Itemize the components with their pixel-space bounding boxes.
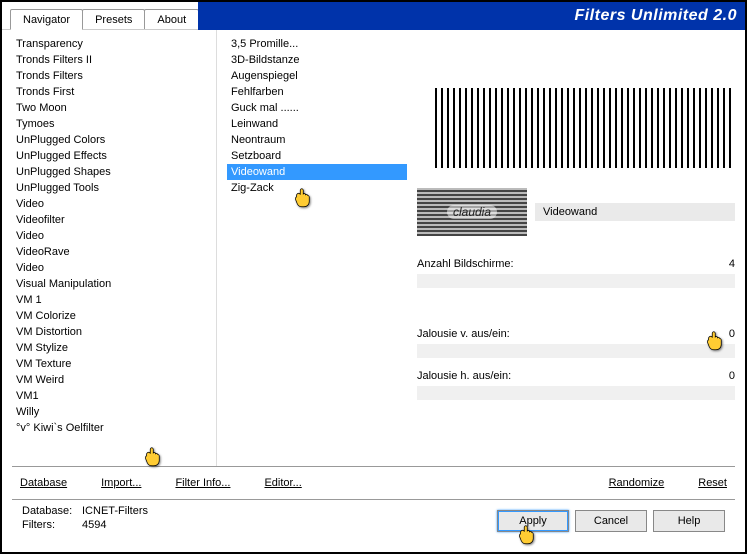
category-item[interactable]: Tronds First — [12, 84, 216, 100]
editor-button[interactable]: Editor... — [256, 475, 309, 491]
database-button[interactable]: Database — [12, 475, 75, 491]
filter-info-button[interactable]: Filter Info... — [167, 475, 238, 491]
category-item[interactable]: VM Colorize — [12, 308, 216, 324]
category-item[interactable]: UnPlugged Shapes — [12, 164, 216, 180]
help-button[interactable]: Help — [653, 510, 725, 532]
category-item[interactable]: Willy — [12, 404, 216, 420]
title-bar: Filters Unlimited 2.0 — [198, 2, 745, 30]
import-button[interactable]: Import... — [93, 475, 149, 491]
category-item[interactable]: VM1 — [12, 388, 216, 404]
category-item[interactable]: Two Moon — [12, 100, 216, 116]
filter-item[interactable]: 3,5 Promille... — [227, 36, 407, 52]
param-value: 0 — [715, 370, 735, 382]
status-info: Database:ICNET-Filters Filters:4594 — [22, 504, 148, 532]
category-item[interactable]: Video — [12, 228, 216, 244]
category-item[interactable]: Video — [12, 196, 216, 212]
category-item[interactable]: Video — [12, 260, 216, 276]
category-item[interactable]: Visual Manipulation — [12, 276, 216, 292]
param-row: Jalousie h. aus/ein:0 — [417, 368, 735, 384]
param-row: Anzahl Bildschirme:4 — [417, 256, 735, 272]
cancel-button[interactable]: Cancel — [575, 510, 647, 532]
app-title: Filters Unlimited 2.0 — [574, 7, 737, 25]
filter-item[interactable]: Guck mal ...... — [227, 100, 407, 116]
param-slider[interactable] — [417, 274, 735, 288]
filter-item[interactable]: Fehlfarben — [227, 84, 407, 100]
category-item[interactable]: UnPlugged Tools — [12, 180, 216, 196]
action-row: Database Import... Filter Info... Editor… — [12, 466, 735, 495]
apply-button[interactable]: Apply — [497, 510, 569, 532]
reset-button[interactable]: Reset — [690, 475, 735, 491]
param-slider[interactable] — [417, 386, 735, 400]
category-item[interactable]: VM Stylize — [12, 340, 216, 356]
category-item[interactable]: UnPlugged Colors — [12, 132, 216, 148]
tab-bar: Navigator Presets About — [2, 2, 198, 30]
filter-item[interactable]: Augenspiegel — [227, 68, 407, 84]
category-item[interactable]: Tymoes — [12, 116, 216, 132]
selected-filter-name: Videowand — [535, 203, 735, 221]
category-item[interactable]: Videofilter — [12, 212, 216, 228]
randomize-button[interactable]: Randomize — [601, 475, 673, 491]
param-label: Jalousie v. aus/ein: — [417, 328, 715, 340]
category-item[interactable]: UnPlugged Effects — [12, 148, 216, 164]
filter-item[interactable]: Neontraum — [227, 132, 407, 148]
param-slider[interactable] — [417, 344, 735, 358]
category-item[interactable]: °v° Kiwi`s Oelfilter — [12, 420, 216, 436]
param-label: Anzahl Bildschirme: — [417, 258, 715, 270]
tab-about[interactable]: About — [144, 9, 199, 29]
filter-item[interactable]: Leinwand — [227, 116, 407, 132]
filter-item[interactable]: Zig-Zack — [227, 180, 407, 196]
category-item[interactable]: VM 1 — [12, 292, 216, 308]
param-value: 4 — [715, 258, 735, 270]
preview-thumbnail: claudia — [417, 188, 527, 236]
category-item[interactable]: Tronds Filters II — [12, 52, 216, 68]
tab-navigator[interactable]: Navigator — [10, 9, 83, 30]
filter-item[interactable]: Setzboard — [227, 148, 407, 164]
param-row: Jalousie v. aus/ein:0 — [417, 326, 735, 342]
category-item[interactable]: VM Weird — [12, 372, 216, 388]
preview-stripes — [435, 88, 735, 168]
category-item[interactable]: Transparency — [12, 36, 216, 52]
filter-item[interactable]: Videowand — [227, 164, 407, 180]
category-item[interactable]: Tronds Filters — [12, 68, 216, 84]
tab-presets[interactable]: Presets — [82, 9, 145, 29]
parameter-panel: Anzahl Bildschirme:4 Jalousie v. aus/ein:… — [417, 256, 735, 410]
param-value: 0 — [715, 328, 735, 340]
preview-area: claudia Videowand — [417, 36, 735, 236]
filter-item[interactable]: 3D-Bildstanze — [227, 52, 407, 68]
param-label: Jalousie h. aus/ein: — [417, 370, 715, 382]
category-item[interactable]: VM Distortion — [12, 324, 216, 340]
category-item[interactable]: VM Texture — [12, 356, 216, 372]
category-list[interactable]: TransparencyTronds Filters IITronds Filt… — [12, 36, 216, 460]
filter-list[interactable]: 3,5 Promille...3D-BildstanzeAugenspiegel… — [227, 36, 407, 460]
category-item[interactable]: VideoRave — [12, 244, 216, 260]
